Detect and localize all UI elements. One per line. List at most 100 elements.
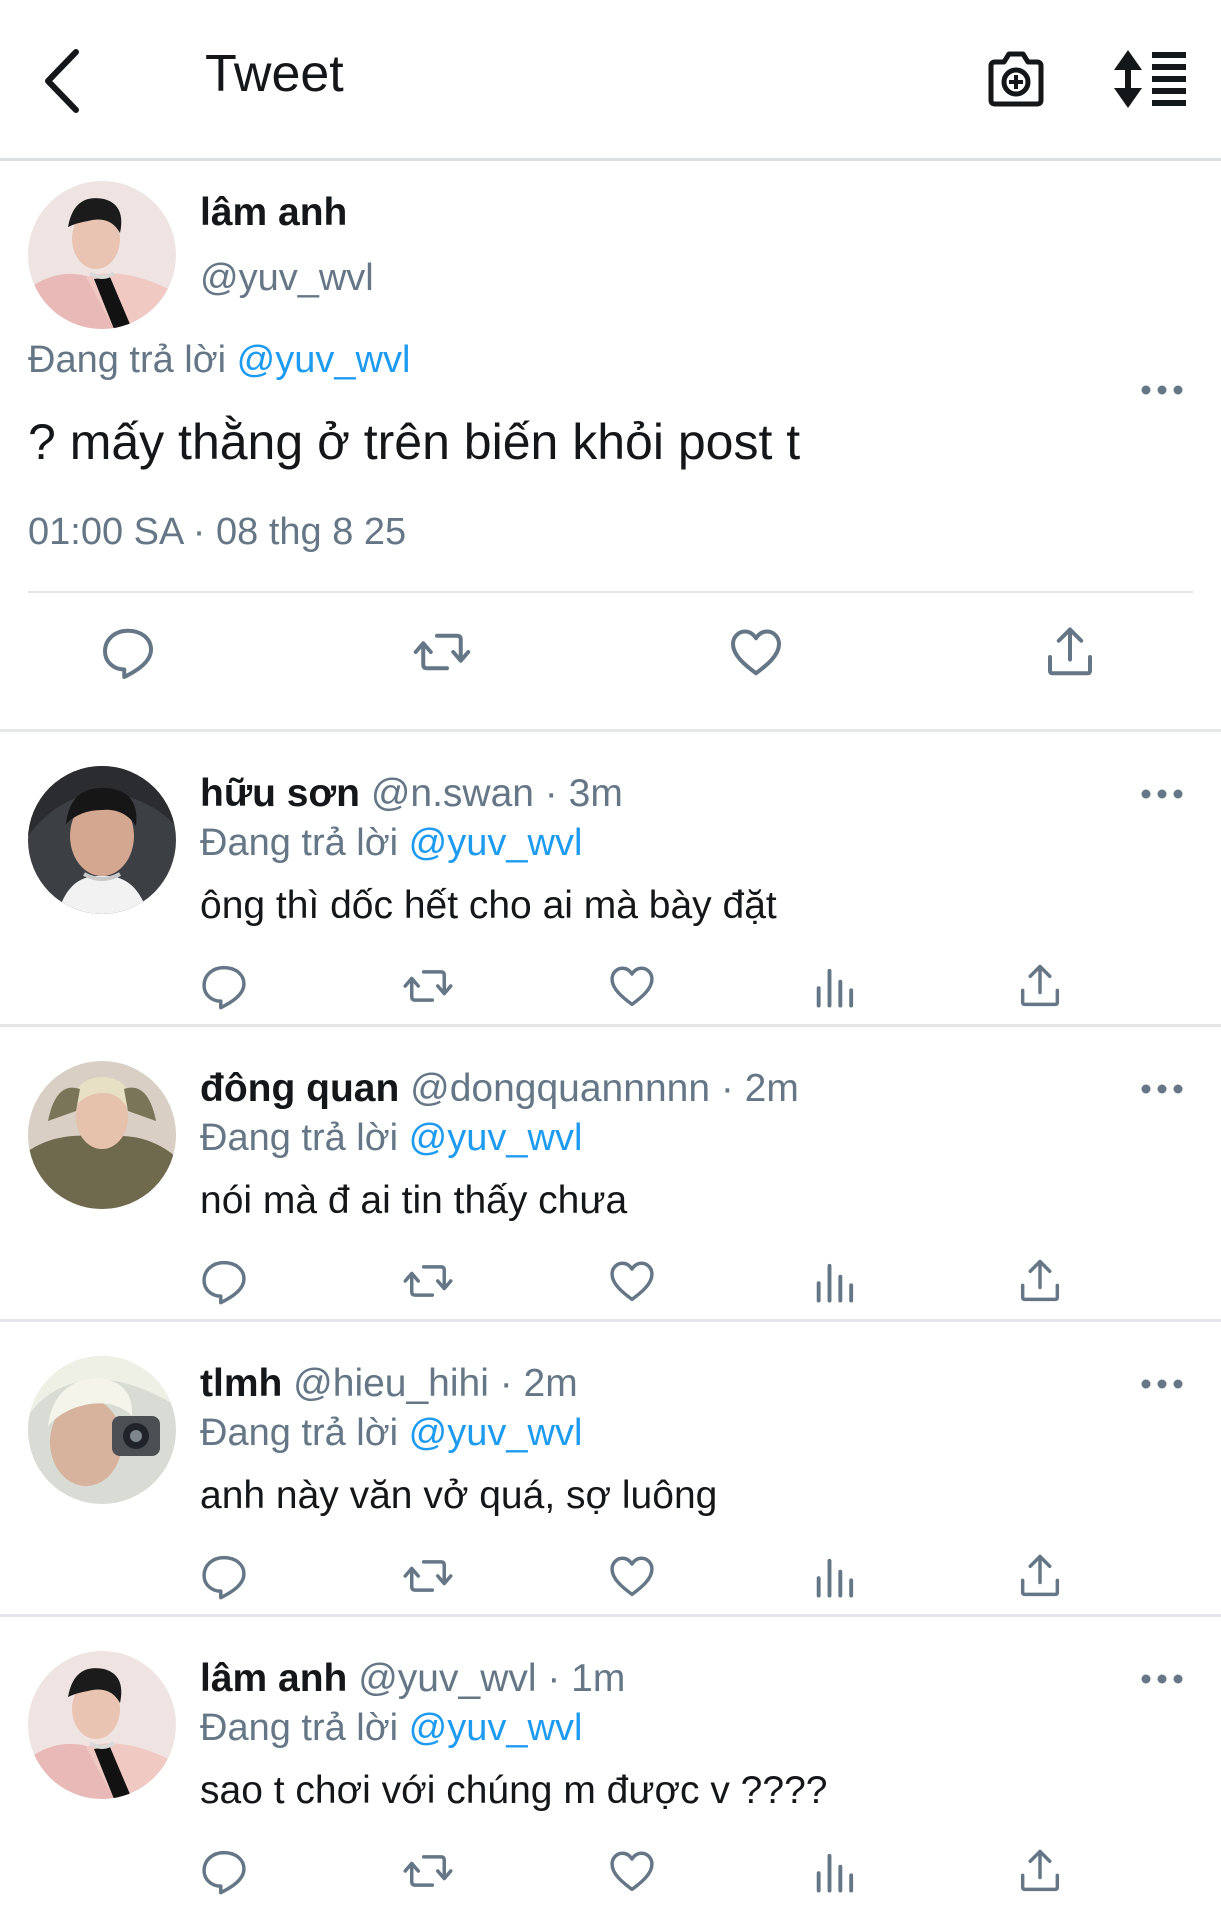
more-dots-icon	[1141, 1674, 1183, 1684]
bar-chart-icon	[816, 1263, 854, 1303]
avatar[interactable]	[28, 1061, 176, 1209]
share-button[interactable]	[1014, 1845, 1066, 1897]
heart-icon	[731, 629, 781, 676]
retweet-button[interactable]	[402, 960, 454, 1012]
share-button[interactable]	[1014, 960, 1066, 1012]
tweet-text: ? mấy thằng ở trên biến khỏi post t	[28, 414, 801, 470]
reply-button[interactable]	[198, 1255, 250, 1307]
handle-and-time: @yuv_wvl · 1m	[358, 1657, 626, 1700]
mention-link[interactable]: @yuv_wvl	[409, 822, 583, 864]
avatar[interactable]	[28, 1651, 176, 1799]
retweet-button[interactable]	[402, 1550, 454, 1602]
handle-and-time: @hieu_hihi · 2m	[293, 1362, 578, 1405]
mention-link[interactable]: @yuv_wvl	[409, 1412, 583, 1454]
share-icon	[1020, 1259, 1060, 1302]
reply-header: đông quan @dongquannnnn · 2m	[200, 1067, 799, 1111]
replying-to: Đang trả lời @yuv_wvl	[200, 1117, 582, 1160]
more-button[interactable]	[1140, 1672, 1184, 1686]
like-button[interactable]	[606, 1845, 658, 1897]
chevron-left-icon	[45, 49, 79, 113]
replying-to-label: Đang trả lời	[200, 822, 399, 864]
replying-to: Đang trả lời @yuv_wvl	[200, 822, 582, 865]
display-name[interactable]: hữu sơn	[200, 772, 360, 815]
tweet-detail-screen: Tweet lâm anh @yuv_wvl Đang trả lời @yuv…	[0, 0, 1221, 1920]
replying-to: Đang trả lời @yuv_wvl	[200, 1707, 582, 1750]
reply-tweet[interactable]: lâm anh @yuv_wvl · 1m Đang trả lời @yuv_…	[0, 1617, 1221, 1909]
retweet-icon	[403, 970, 453, 1002]
camera-button[interactable]	[985, 48, 1047, 110]
reply-button[interactable]	[198, 960, 250, 1012]
share-button[interactable]	[1040, 622, 1100, 682]
share-icon	[1020, 1849, 1060, 1892]
avatar-image	[28, 1651, 176, 1799]
speech-bubble-icon	[202, 1555, 246, 1600]
back-button[interactable]	[36, 46, 96, 116]
display-name[interactable]: lâm anh	[200, 1657, 347, 1700]
share-icon	[1020, 964, 1060, 1007]
mention-link[interactable]: @yuv_wvl	[237, 339, 411, 381]
more-dots-icon	[1141, 1379, 1183, 1389]
retweet-icon	[403, 1265, 453, 1297]
avatar-image	[28, 1061, 176, 1209]
more-button[interactable]	[1140, 787, 1184, 801]
reply-header: lâm anh @yuv_wvl · 1m	[200, 1657, 625, 1701]
heart-icon	[610, 966, 654, 1007]
avatar[interactable]	[28, 181, 176, 329]
analytics-button[interactable]	[810, 960, 862, 1012]
tweet-text: anh này văn vở quá, sợ luông	[200, 1474, 718, 1517]
share-icon	[1020, 1554, 1060, 1597]
analytics-button[interactable]	[810, 1550, 862, 1602]
reply-button[interactable]	[198, 1845, 250, 1897]
camera-plus-icon	[988, 51, 1044, 107]
avatar-image	[28, 766, 176, 914]
replying-to-label: Đang trả lời	[200, 1117, 399, 1159]
more-button[interactable]	[1140, 1082, 1184, 1096]
reply-tweet[interactable]: hữu sơn @n.swan · 3m Đang trả lời @yuv_w…	[0, 732, 1221, 1027]
analytics-button[interactable]	[810, 1255, 862, 1307]
sort-button[interactable]	[1112, 48, 1190, 110]
user-handle[interactable]: @yuv_wvl	[200, 257, 374, 300]
top-bar: Tweet	[0, 0, 1221, 161]
like-button[interactable]	[606, 1550, 658, 1602]
retweet-button[interactable]	[402, 1845, 454, 1897]
heart-icon	[610, 1556, 654, 1597]
analytics-button[interactable]	[810, 1845, 862, 1897]
retweet-button[interactable]	[412, 622, 472, 682]
display-name[interactable]: đông quan	[200, 1067, 399, 1110]
more-button[interactable]	[1140, 383, 1184, 397]
reply-header: tlmh @hieu_hihi · 2m	[200, 1362, 578, 1406]
speech-bubble-icon	[103, 628, 153, 679]
tweet-text: nói mà đ ai tin thấy chưa	[200, 1179, 628, 1222]
more-dots-icon	[1141, 1084, 1183, 1094]
mention-link[interactable]: @yuv_wvl	[409, 1117, 583, 1159]
bar-chart-icon	[816, 1558, 854, 1598]
speech-bubble-icon	[202, 965, 246, 1010]
bar-chart-icon	[816, 968, 854, 1008]
tweet-text: ông thì dốc hết cho ai mà bày đặt	[200, 884, 777, 927]
reply-header: hữu sơn @n.swan · 3m	[200, 772, 623, 816]
like-button[interactable]	[606, 960, 658, 1012]
retweet-icon	[403, 1560, 453, 1592]
share-button[interactable]	[1014, 1255, 1066, 1307]
replying-to-label: Đang trả lời	[28, 339, 227, 381]
mention-link[interactable]: @yuv_wvl	[409, 1707, 583, 1749]
share-icon	[1048, 627, 1092, 676]
page-title: Tweet	[205, 45, 344, 103]
reply-button[interactable]	[198, 1550, 250, 1602]
more-button[interactable]	[1140, 1377, 1184, 1391]
avatar[interactable]	[28, 766, 176, 914]
speech-bubble-icon	[202, 1850, 246, 1895]
reply-tweet[interactable]: đông quan @dongquannnnn · 2m Đang trả lờ…	[0, 1027, 1221, 1322]
reply-button[interactable]	[98, 622, 158, 682]
avatar[interactable]	[28, 1356, 176, 1504]
retweet-button[interactable]	[402, 1255, 454, 1307]
reply-tweet[interactable]: tlmh @hieu_hihi · 2m Đang trả lời @yuv_w…	[0, 1322, 1221, 1617]
like-button[interactable]	[606, 1255, 658, 1307]
like-button[interactable]	[726, 622, 786, 682]
display-name[interactable]: lâm anh	[200, 191, 347, 235]
replying-to: Đang trả lời @yuv_wvl	[28, 339, 410, 382]
sort-list-icon	[1114, 50, 1186, 108]
more-dots-icon	[1141, 385, 1183, 395]
share-button[interactable]	[1014, 1550, 1066, 1602]
display-name[interactable]: tlmh	[200, 1362, 282, 1405]
